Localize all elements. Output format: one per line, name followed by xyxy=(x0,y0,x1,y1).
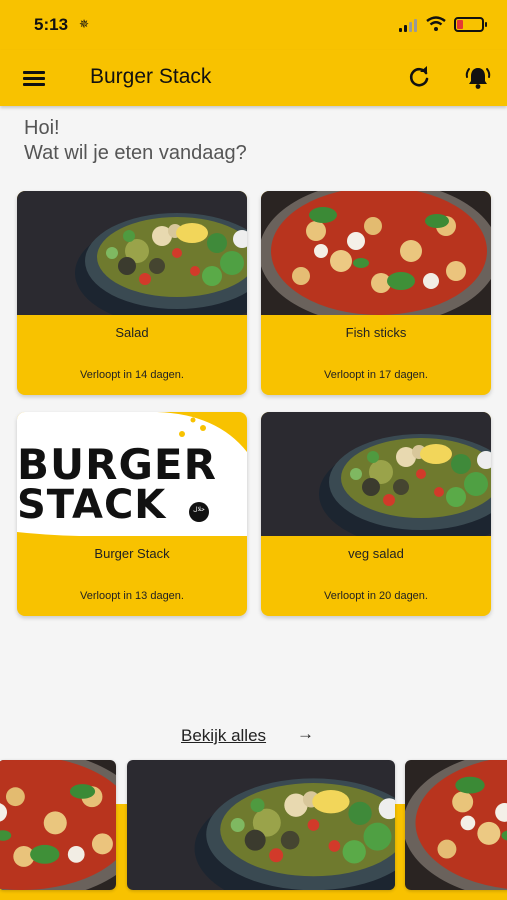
greeting-hello: Hoi! xyxy=(24,117,60,139)
card-expiry: Verloopt in 14 dagen. xyxy=(80,369,184,381)
carousel-item-gnocchi[interactable] xyxy=(0,760,116,890)
card-name: Fish sticks xyxy=(345,325,407,340)
product-card-fish-sticks[interactable]: Fish sticks Verloopt in 17 dagen. xyxy=(261,191,491,395)
card-expiry: Verloopt in 13 dagen. xyxy=(80,590,184,602)
product-card-salad[interactable]: Salad Verloopt in 14 dagen. xyxy=(17,191,247,395)
halal-badge: حلال xyxy=(193,506,205,513)
card-name: veg salad xyxy=(348,546,404,561)
salad-image xyxy=(17,191,247,315)
product-card-burger-stack[interactable]: BURGER STACK حلال Burger Stack Verloopt … xyxy=(17,412,247,616)
gnocchi-image xyxy=(261,191,491,315)
signal-icon xyxy=(399,18,419,32)
salad-image xyxy=(261,412,491,536)
arrow-right-icon[interactable]: → xyxy=(297,724,314,744)
card-expiry: Verloopt in 17 dagen. xyxy=(324,369,428,381)
refresh-icon[interactable] xyxy=(406,64,432,90)
location-icon: ✵ xyxy=(79,17,90,31)
hamburger-menu-icon[interactable] xyxy=(22,66,48,90)
card-name: Salad xyxy=(115,325,149,340)
status-time: 5:13 xyxy=(34,15,69,34)
wifi-icon xyxy=(426,16,446,31)
app-title: Burger Stack xyxy=(90,65,212,88)
carousel-item-salad[interactable] xyxy=(127,760,395,890)
product-card-veg-salad[interactable]: veg salad Verloopt in 20 dagen. xyxy=(261,412,491,616)
card-name: Burger Stack xyxy=(94,546,170,561)
battery-icon xyxy=(454,17,487,32)
greeting-question: Wat wil je eten vandaag? xyxy=(24,142,247,164)
card-expiry: Verloopt in 20 dagen. xyxy=(324,590,428,602)
burger-stack-logo: BURGER STACK حلال xyxy=(17,412,247,536)
view-all-link[interactable]: Bekijk alles xyxy=(181,726,266,746)
bell-icon[interactable] xyxy=(464,63,492,91)
app-bar: Burger Stack xyxy=(0,50,507,106)
status-bar: 5:13 ✵ xyxy=(0,0,507,50)
carousel-item-gnocchi-2[interactable] xyxy=(405,760,507,890)
logo-line-stack: STACK xyxy=(17,482,167,528)
